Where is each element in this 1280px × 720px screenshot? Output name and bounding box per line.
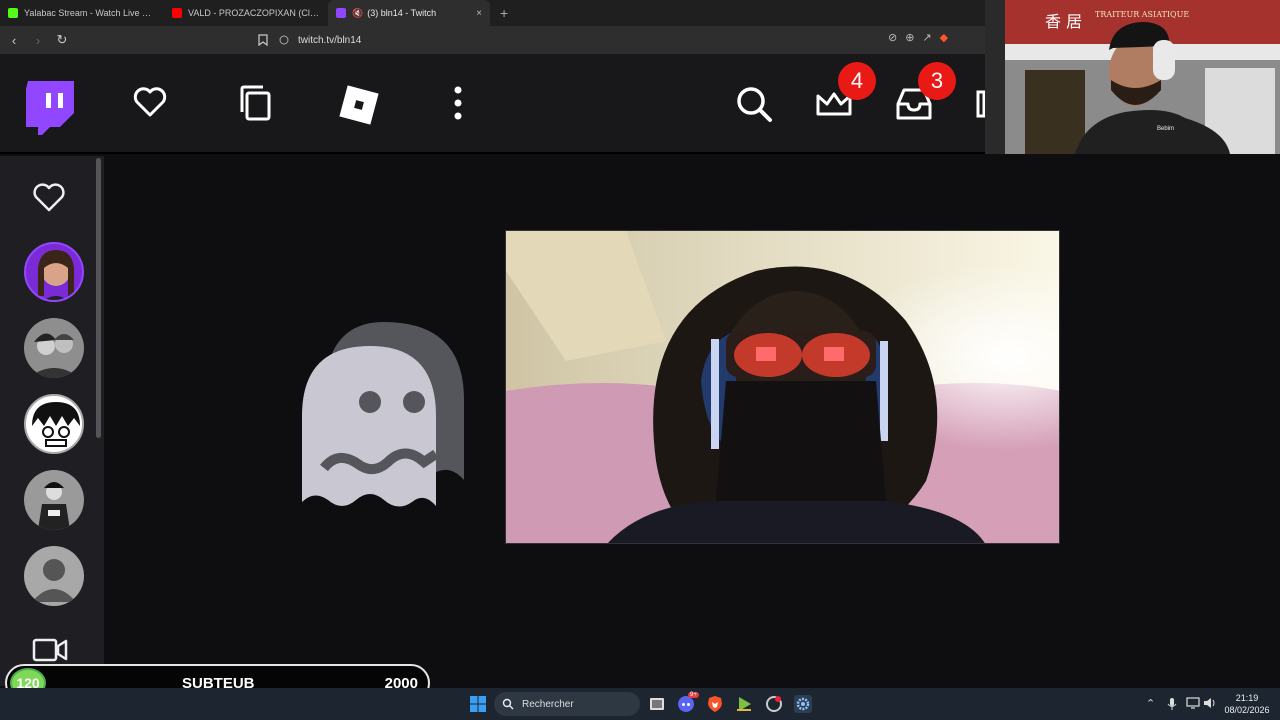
stream-video-frame	[506, 231, 1059, 543]
main-content	[104, 156, 1280, 686]
stream-player[interactable]	[505, 230, 1060, 544]
twitch-logo-icon[interactable]	[24, 81, 76, 135]
followed-channels-sidebar	[0, 156, 104, 686]
tab-title: Yalabac Stream - Watch Live on Kick	[24, 8, 156, 18]
url-field[interactable]: twitch.tv/bln14	[258, 30, 978, 50]
clock-date: 08/02/2026	[1224, 705, 1270, 715]
following-heart-icon[interactable]	[132, 84, 168, 120]
volume-icon[interactable]	[1203, 697, 1217, 709]
windows-start-icon[interactable]	[469, 695, 487, 713]
more-options-icon[interactable]	[448, 84, 468, 124]
bookmark-icon[interactable]	[258, 34, 268, 46]
site-info-icon[interactable]	[278, 34, 290, 46]
forward-icon[interactable]: ›	[28, 33, 48, 48]
taskbar-clock[interactable]: 21:19 08/02/2026	[1222, 692, 1272, 716]
microphone-icon[interactable]	[1167, 697, 1177, 711]
webcam-scene	[985, 0, 1280, 154]
new-tab-button[interactable]: +	[500, 5, 508, 21]
clock-time: 21:19	[1235, 693, 1259, 703]
display-icon[interactable]	[1186, 697, 1200, 709]
browser-tab-twitch[interactable]: 🔇 (3) bln14 - Twitch ×	[328, 0, 490, 26]
restaurant-sign-text: TRAITEUR ASIATIQUE	[1095, 10, 1190, 19]
search-icon	[502, 698, 514, 710]
browser-tab-kick[interactable]: Yalabac Stream - Watch Live on Kick	[0, 0, 164, 26]
brave-browser-icon[interactable]	[706, 695, 724, 713]
channel-avatar[interactable]	[24, 470, 84, 530]
streamer-webcam: 香 居 TRAITEUR ASIATIQUE Bebim	[985, 0, 1280, 154]
brave-shield-icon[interactable]: ◆	[940, 31, 948, 44]
zoom-icon[interactable]: ⊕	[905, 31, 914, 44]
sidebar-scrollbar[interactable]	[96, 158, 101, 438]
recording-app-icon[interactable]	[765, 695, 783, 713]
shirt-logo: Bebim	[1157, 126, 1175, 132]
search-icon[interactable]	[734, 84, 774, 124]
mute-icon[interactable]: 🔇	[352, 8, 363, 19]
discord-badge: 9+	[688, 692, 699, 698]
back-icon[interactable]: ‹	[4, 33, 24, 48]
channel-avatar[interactable]	[24, 318, 84, 378]
close-tab-icon[interactable]: ×	[476, 8, 482, 19]
browser-tab-youtube[interactable]: VALD - PROZACZOPIXAN (Clip officiel)	[164, 0, 328, 26]
tab-title: (3) bln14 - Twitch	[367, 8, 437, 18]
twitch-favicon-icon	[336, 8, 346, 18]
reload-icon[interactable]: ↻	[52, 32, 72, 48]
channel-avatar[interactable]	[24, 394, 84, 454]
roblox-icon[interactable]	[338, 84, 380, 126]
tab-title: VALD - PROZACZOPIXAN (Clip officiel)	[188, 8, 320, 18]
followed-heart-icon[interactable]	[32, 182, 66, 214]
share-icon[interactable]: ↗	[922, 31, 931, 44]
ghost-icon	[302, 322, 464, 507]
browse-icon[interactable]	[238, 84, 274, 124]
task-view-icon[interactable]	[648, 695, 666, 713]
channel-avatar-default[interactable]	[24, 546, 84, 606]
address-actions: ⊘ ⊕ ↗ ◆	[888, 31, 948, 44]
url-text: twitch.tv/bln14	[298, 34, 362, 46]
settings-gear-icon[interactable]	[794, 695, 812, 713]
translate-icon[interactable]: ⊘	[888, 31, 897, 44]
notifications-badge: 4	[838, 62, 876, 100]
channel-avatar[interactable]	[24, 242, 84, 302]
search-placeholder: Rechercher	[522, 698, 574, 710]
tray-overflow-icon[interactable]: ⌃	[1146, 697, 1155, 710]
restaurant-sign-chinese: 香 居	[1045, 12, 1083, 31]
kick-favicon-icon	[8, 8, 18, 18]
media-player-icon[interactable]	[735, 695, 753, 713]
youtube-favicon-icon	[172, 8, 182, 18]
taskbar-search-input[interactable]: Rechercher	[494, 692, 640, 716]
video-camera-icon[interactable]	[32, 636, 68, 664]
windows-taskbar: Rechercher 9+ ⌃ 21:19 08/02/2026	[0, 688, 1280, 720]
inbox-badge: 3	[918, 62, 956, 100]
